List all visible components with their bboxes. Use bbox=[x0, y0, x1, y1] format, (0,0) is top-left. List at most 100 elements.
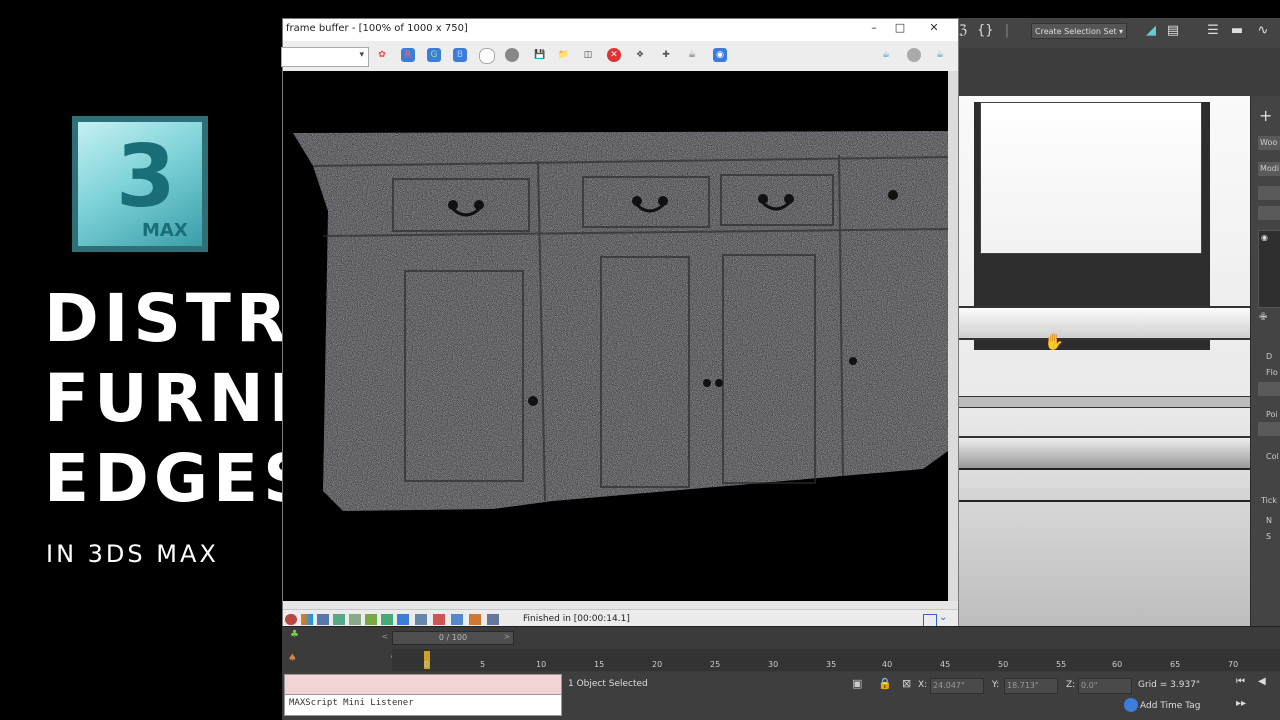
align-icon[interactable]: ▤ bbox=[1165, 23, 1181, 39]
scene-explorer-icon[interactable]: ☰ bbox=[1205, 23, 1221, 39]
lens-icon[interactable] bbox=[397, 614, 409, 625]
x-coordinate-field[interactable]: 24.047" bbox=[930, 678, 984, 694]
stop-render-icon[interactable] bbox=[907, 48, 921, 62]
render-last-icon[interactable]: ☕ bbox=[933, 48, 947, 62]
teapot-render-icon[interactable]: ☕ bbox=[685, 48, 699, 62]
save-image-icon[interactable]: 💾 bbox=[533, 48, 547, 62]
alpha-channel-toggle[interactable] bbox=[479, 48, 495, 64]
tick-label: 30 bbox=[768, 660, 779, 669]
exposure-icon[interactable] bbox=[365, 614, 377, 625]
modifier-button-2[interactable] bbox=[1258, 206, 1280, 220]
blue-channel-toggle[interactable]: B bbox=[453, 48, 467, 62]
timeline-area: ♣ ♠ < 0 / 100 > ∿ 0 5 10 15 20 25 30 35 … bbox=[282, 626, 1280, 673]
mirror-icon[interactable]: ◢ bbox=[1143, 23, 1159, 39]
rollout-d-label: D bbox=[1266, 352, 1273, 361]
info-icon[interactable] bbox=[487, 614, 499, 625]
compare-h-icon[interactable] bbox=[415, 614, 427, 625]
tree-icon[interactable]: ♣ bbox=[290, 629, 299, 640]
perspective-viewport[interactable]: ✋ bbox=[955, 96, 1251, 626]
color-correct-icon[interactable] bbox=[301, 614, 313, 625]
modifier-list-dropdown[interactable]: Modi bbox=[1258, 162, 1280, 176]
x-label: X: bbox=[918, 680, 928, 690]
chevron-down-icon: ▾ bbox=[359, 50, 364, 60]
collapse-chevron-icon[interactable]: ⌄ bbox=[939, 612, 947, 623]
lut-icon[interactable] bbox=[381, 614, 393, 625]
vertical-scrollbar[interactable] bbox=[948, 71, 958, 601]
create-selection-set-dropdown[interactable]: Create Selection Set ▾ bbox=[1031, 23, 1127, 39]
tick-label: 45 bbox=[940, 660, 951, 669]
track-mouse-icon[interactable]: ❖ bbox=[633, 48, 647, 62]
history-icon[interactable] bbox=[451, 614, 463, 625]
red-channel-toggle[interactable]: R bbox=[401, 48, 415, 62]
close-button[interactable]: ✕ bbox=[927, 21, 941, 35]
separator-icon: | bbox=[1004, 23, 1010, 38]
slider-next-arrow[interactable]: > bbox=[502, 631, 512, 643]
eye-icon[interactable]: ◉ bbox=[1261, 233, 1268, 242]
render-icon[interactable]: ☕ bbox=[879, 48, 893, 62]
time-tag-icon[interactable] bbox=[1124, 698, 1138, 712]
s-checkbox-label[interactable]: S bbox=[1266, 532, 1271, 541]
absolute-mode-icon[interactable]: ⊠ bbox=[902, 677, 911, 690]
color-palette-icon[interactable]: ✿ bbox=[375, 48, 389, 62]
go-to-start-icon[interactable]: ⏮ bbox=[1236, 676, 1245, 687]
modifier-button[interactable] bbox=[1258, 186, 1280, 200]
time-slider[interactable]: 0 / 100 bbox=[392, 631, 514, 645]
z-label: Z: bbox=[1066, 680, 1076, 690]
z-coordinate-field[interactable]: 0.0" bbox=[1078, 678, 1132, 694]
stamp-icon[interactable] bbox=[469, 614, 481, 625]
histogram-icon[interactable] bbox=[349, 614, 361, 625]
channel-dropdown[interactable]: ▾ bbox=[281, 47, 369, 67]
3ds-max-logo: 3 MAX bbox=[72, 116, 208, 252]
tick-label: 40 bbox=[882, 660, 893, 669]
n-checkbox-label[interactable]: N bbox=[1266, 516, 1272, 525]
levels-icon[interactable] bbox=[317, 614, 329, 625]
frame-buffer-toolbar: ▾ ✿ R G B 💾 📁 ◫ ✕ ❖ ✚ ☕ ◉ ☕ ☕ bbox=[281, 41, 958, 72]
region-render-icon[interactable]: ✚ bbox=[659, 48, 673, 62]
curve-editor-icon[interactable]: ∿ bbox=[1255, 23, 1271, 39]
open-folder-icon[interactable]: 📁 bbox=[557, 48, 571, 62]
glass-panel bbox=[980, 102, 1202, 254]
modifier-stack[interactable]: ◉ bbox=[1258, 230, 1280, 308]
tick-label: 25 bbox=[710, 660, 721, 669]
create-plus-icon[interactable]: + bbox=[1259, 106, 1272, 125]
pin-stack-icon[interactable]: ✙ bbox=[1259, 312, 1267, 323]
frame-buffer-titlebar[interactable]: frame buffer - [100% of 1000 x 750] – □ … bbox=[283, 19, 958, 41]
color-swatch-icon[interactable] bbox=[285, 614, 297, 625]
tick-label: 65 bbox=[1170, 660, 1181, 669]
isolate-icon[interactable]: ▣ bbox=[852, 677, 862, 690]
tick-label: 10 bbox=[536, 660, 547, 669]
green-channel-toggle[interactable]: G bbox=[427, 48, 441, 62]
curves-icon[interactable] bbox=[333, 614, 345, 625]
tick-label: 70 bbox=[1228, 660, 1239, 669]
clear-icon[interactable]: ✕ bbox=[607, 48, 621, 62]
y-coordinate-field[interactable]: 18.713" bbox=[1004, 678, 1058, 694]
curly-brace-icon[interactable]: {} bbox=[977, 23, 994, 39]
poi-field[interactable] bbox=[1258, 422, 1280, 436]
hf-icon[interactable]: ♠ bbox=[288, 653, 297, 664]
layer-icon[interactable]: ▬ bbox=[1229, 23, 1245, 39]
object-name-field[interactable]: Woo bbox=[1258, 136, 1280, 150]
slider-prev-arrow[interactable]: < bbox=[380, 631, 390, 643]
maxscript-label: MAXScript Mini Listener bbox=[289, 698, 414, 708]
minimize-button[interactable]: – bbox=[867, 21, 881, 35]
maxscript-output[interactable] bbox=[284, 674, 562, 696]
distressed-sideboard-render bbox=[293, 131, 948, 511]
maximize-button[interactable]: □ bbox=[893, 21, 907, 35]
chevron-down-icon: ▾ bbox=[1118, 27, 1123, 36]
molding-rail-3 bbox=[956, 488, 1251, 502]
compare-v-icon[interactable] bbox=[433, 614, 445, 625]
sill-molding bbox=[956, 306, 1251, 340]
lock-icon[interactable]: 🔒 bbox=[878, 677, 892, 690]
flo-field[interactable] bbox=[1258, 382, 1280, 396]
flo-label: Flo bbox=[1266, 368, 1278, 377]
previous-frame-icon[interactable]: ◀ bbox=[1258, 676, 1266, 687]
maxscript-listener[interactable]: MAXScript Mini Listener bbox=[284, 694, 562, 716]
key-mode-icon[interactable]: ▸▸ bbox=[1236, 698, 1246, 709]
headline-line-3: EDGES bbox=[44, 440, 316, 517]
rendered-image bbox=[283, 71, 948, 601]
clone-icon[interactable]: ◫ bbox=[581, 48, 595, 62]
lens-effects-icon[interactable]: ◉ bbox=[713, 48, 727, 62]
add-time-tag[interactable]: Add Time Tag bbox=[1140, 701, 1200, 711]
logo-number: 3 bbox=[116, 127, 176, 227]
mono-channel-toggle[interactable] bbox=[505, 48, 519, 62]
